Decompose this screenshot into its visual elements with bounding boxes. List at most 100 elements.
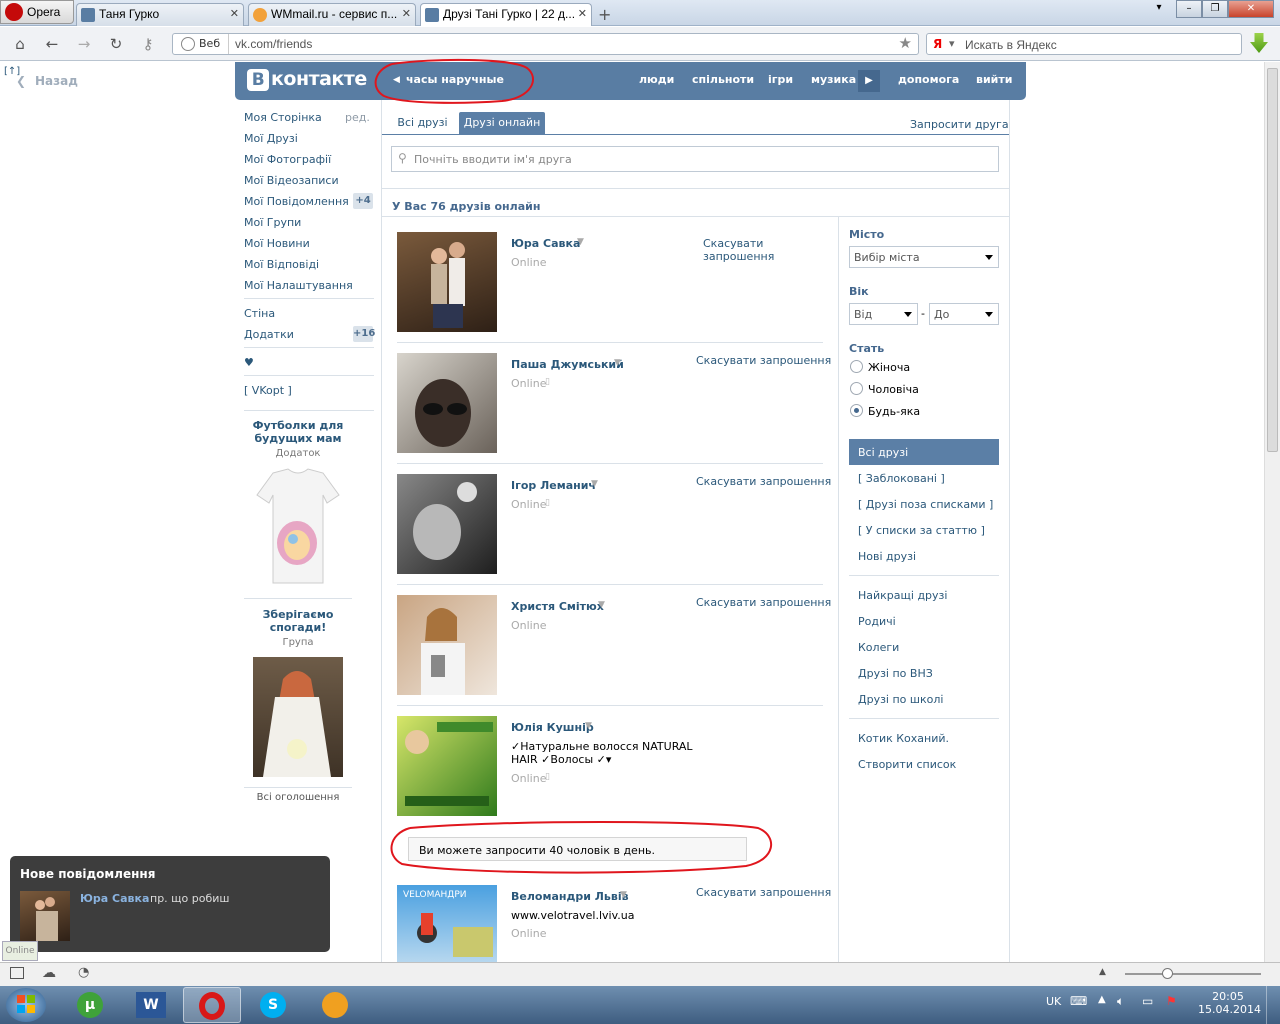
language-indicator[interactable]: UK bbox=[1046, 995, 1061, 1008]
panel-toggle-icon[interactable] bbox=[10, 967, 24, 979]
close-icon[interactable]: ✕ bbox=[402, 7, 411, 20]
tab-friends[interactable]: Друзі Тані Гурко | 22 д... ✕ bbox=[420, 3, 592, 26]
ad-image-bride[interactable] bbox=[253, 657, 343, 777]
reload-icon[interactable]: ↻ bbox=[106, 35, 126, 53]
tab-list-icon[interactable]: ▾ bbox=[1146, 0, 1172, 18]
list-by-sex[interactable]: [ У списки за статтю ] bbox=[858, 524, 985, 537]
friend-name[interactable]: Паша Джумський bbox=[511, 358, 624, 371]
nav-games[interactable]: ігри bbox=[768, 73, 793, 86]
menu-my-page[interactable]: Моя Сторінка bbox=[244, 111, 322, 124]
list-blocked[interactable]: [ Заблоковані ] bbox=[858, 472, 945, 485]
volume-icon[interactable]: 🔈︎ bbox=[1117, 994, 1124, 1009]
opera-menu-button[interactable]: Opera bbox=[0, 0, 74, 24]
menu-my-friends[interactable]: Мої Друзі bbox=[244, 132, 298, 145]
menu-my-videos[interactable]: Мої Відеозаписи bbox=[244, 174, 339, 187]
radio-male[interactable] bbox=[850, 382, 863, 395]
list-custom[interactable]: Котик Коханий. bbox=[858, 732, 949, 745]
list-new-friends[interactable]: Нові друзі bbox=[858, 550, 916, 563]
minimize-button[interactable]: – bbox=[1176, 0, 1202, 18]
address-bar[interactable]: Веб vk.com/friends ★ bbox=[172, 33, 919, 55]
menu-my-answers[interactable]: Мої Відповіді bbox=[244, 258, 319, 271]
ad-title-1[interactable]: Футболки для будущих мам bbox=[244, 419, 352, 445]
tray-expand-icon[interactable]: ▲ bbox=[1098, 994, 1106, 1005]
ad-image-tshirt[interactable] bbox=[253, 465, 343, 590]
menu-my-groups[interactable]: Мої Групи bbox=[244, 216, 301, 229]
keyboard-icon[interactable]: ⌨ bbox=[1070, 994, 1087, 1008]
chevron-down-icon[interactable]: ▼ bbox=[591, 479, 598, 489]
age-to-select[interactable]: До bbox=[929, 303, 999, 325]
friend-name[interactable]: Ігор Леманич bbox=[511, 479, 596, 492]
menu-wall[interactable]: Стіна bbox=[244, 307, 275, 320]
nav-people[interactable]: люди bbox=[639, 73, 674, 86]
list-colleagues[interactable]: Колеги bbox=[858, 641, 899, 654]
utorrent-taskbar-button[interactable]: µ bbox=[61, 987, 119, 1023]
vkopt-link[interactable]: [ VKopt ] bbox=[244, 384, 292, 397]
list-unlisted[interactable]: [ Друзі поза списками ] bbox=[858, 498, 993, 511]
cancel-invite-link[interactable]: Скасувати запрошення bbox=[696, 596, 831, 609]
tab-tanya-gurko[interactable]: Таня Гурко ✕ bbox=[76, 3, 244, 26]
chevron-down-icon[interactable]: ▼ bbox=[598, 600, 605, 610]
apps-badge[interactable]: +16 bbox=[353, 326, 375, 342]
chevron-down-icon[interactable]: ▼ bbox=[577, 237, 584, 247]
word-taskbar-button[interactable]: W bbox=[122, 987, 180, 1023]
list-relatives[interactable]: Родичі bbox=[858, 615, 896, 628]
avatar[interactable] bbox=[20, 891, 70, 941]
ad-title-2[interactable]: Зберігаємо спогади! bbox=[244, 608, 352, 634]
new-tab-icon[interactable]: + bbox=[598, 5, 611, 24]
nav-logout[interactable]: вийти bbox=[976, 73, 1012, 86]
skype-taskbar-button[interactable]: S bbox=[244, 987, 302, 1023]
back-arrow-icon[interactable]: ❮ bbox=[16, 74, 26, 88]
network-icon[interactable]: ▭ bbox=[1142, 994, 1153, 1008]
search-field[interactable]: Я ▾ Искать в Яндекс bbox=[926, 33, 1242, 55]
close-icon[interactable]: ✕ bbox=[578, 7, 587, 20]
back-icon[interactable]: ← bbox=[42, 35, 62, 53]
nav-communities[interactable]: спільноти bbox=[692, 73, 754, 86]
page-scrollbar[interactable] bbox=[1264, 62, 1280, 962]
age-from-select[interactable]: Від bbox=[849, 303, 918, 325]
cancel-invite-link[interactable]: Скасувати запрошення bbox=[703, 237, 774, 263]
key-icon[interactable]: ⚷ bbox=[138, 35, 158, 53]
close-window-button[interactable]: ✕ bbox=[1228, 0, 1274, 18]
radio-any[interactable] bbox=[850, 404, 863, 417]
nav-music[interactable]: музика bbox=[811, 73, 856, 86]
play-icon[interactable]: ▶ bbox=[858, 70, 880, 92]
friend-photo[interactable] bbox=[397, 474, 497, 574]
city-select[interactable]: Вибір міста bbox=[849, 246, 999, 268]
scrollbar-thumb[interactable] bbox=[1267, 68, 1278, 452]
show-desktop-button[interactable] bbox=[1266, 986, 1280, 1024]
create-list-link[interactable]: Створити список bbox=[858, 758, 956, 771]
friend-photo[interactable] bbox=[397, 595, 497, 695]
cloud-icon[interactable]: ☁ bbox=[42, 965, 56, 981]
friend-search-input[interactable]: ⚲ Почніть вводити ім'я друга bbox=[391, 146, 999, 172]
friend-name[interactable]: Юра Савка bbox=[511, 237, 580, 250]
tab-online-friends[interactable]: Друзі онлайн bbox=[459, 112, 545, 134]
edit-link[interactable]: ред. bbox=[345, 111, 370, 124]
list-university[interactable]: Друзі по ВНЗ bbox=[858, 667, 933, 680]
home-icon[interactable]: ⌂ bbox=[10, 35, 30, 53]
menu-my-photos[interactable]: Мої Фотографії bbox=[244, 153, 331, 166]
invite-friend-link[interactable]: Запросити друга bbox=[910, 118, 1009, 131]
zoom-slider-thumb[interactable] bbox=[1162, 968, 1173, 979]
chevron-down-icon[interactable]: ▾ bbox=[949, 37, 955, 50]
friend-name[interactable]: Юлія Кушнір bbox=[511, 721, 594, 734]
friend-name[interactable]: Христя Смітюх bbox=[511, 600, 604, 613]
cancel-invite-link[interactable]: Скасувати запрошення bbox=[696, 354, 831, 367]
chevron-down-icon[interactable]: ▼ bbox=[585, 721, 592, 731]
tray-clock[interactable]: 20:05 15.04.2014 bbox=[1198, 990, 1261, 1016]
bookmark-star-icon[interactable]: ★ bbox=[899, 34, 912, 52]
menu-my-settings[interactable]: Мої Налаштування bbox=[244, 279, 353, 292]
download-icon[interactable] bbox=[1250, 33, 1268, 53]
tab-wmmail[interactable]: WMmail.ru - сервис п... ✕ bbox=[248, 3, 416, 26]
chevron-down-icon[interactable]: ▼ bbox=[620, 890, 627, 900]
menu-apps[interactable]: Додатки bbox=[244, 328, 294, 341]
close-icon[interactable]: ✕ bbox=[230, 7, 239, 20]
back-link[interactable]: Назад bbox=[35, 74, 78, 88]
radio-female[interactable] bbox=[850, 360, 863, 373]
list-school[interactable]: Друзі по школі bbox=[858, 693, 943, 706]
action-center-icon[interactable]: ⚑ bbox=[1166, 994, 1177, 1008]
start-button[interactable] bbox=[6, 988, 46, 1022]
speed-dial-icon[interactable]: ◔ bbox=[78, 965, 89, 980]
chevron-down-icon[interactable]: ▼ bbox=[614, 358, 621, 368]
messages-badge[interactable]: +4 bbox=[353, 193, 373, 209]
all-ads-link[interactable]: Всі оголошення bbox=[244, 792, 352, 803]
